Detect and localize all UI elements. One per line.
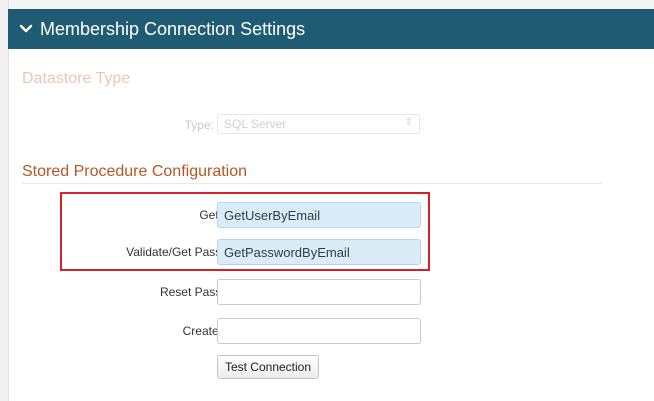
chevron-down-icon[interactable] — [18, 21, 34, 37]
stored-procedure-heading: Stored Procedure Configuration — [22, 163, 248, 180]
create-user-sp-row: Create User SP: — [60, 318, 422, 344]
left-rail — [0, 0, 9, 401]
test-connection-button[interactable]: Test Connection — [217, 355, 319, 379]
select-arrow-icon: ⇕ — [404, 117, 413, 128]
datastore-type-row: Type: SQL Server ⇕ — [150, 114, 430, 136]
datastore-type-value: SQL Server — [224, 117, 287, 131]
membership-panel-header[interactable]: Membership Connection Settings — [8, 9, 654, 49]
datastore-type-select[interactable]: SQL Server ⇕ — [217, 114, 420, 134]
top-strip — [0, 0, 654, 9]
highlight-box — [60, 192, 430, 271]
reset-password-sp-row: Reset Password SP: — [60, 279, 422, 305]
panel-title: Membership Connection Settings — [40, 18, 306, 39]
reset-password-sp-input[interactable] — [217, 279, 421, 305]
create-user-sp-input[interactable] — [217, 318, 421, 344]
section-divider — [22, 183, 602, 184]
datastore-type-label: Type: — [184, 118, 214, 132]
datastore-type-heading: Datastore Type — [22, 70, 131, 87]
settings-page: Membership Connection Settings Datastore… — [0, 0, 654, 401]
